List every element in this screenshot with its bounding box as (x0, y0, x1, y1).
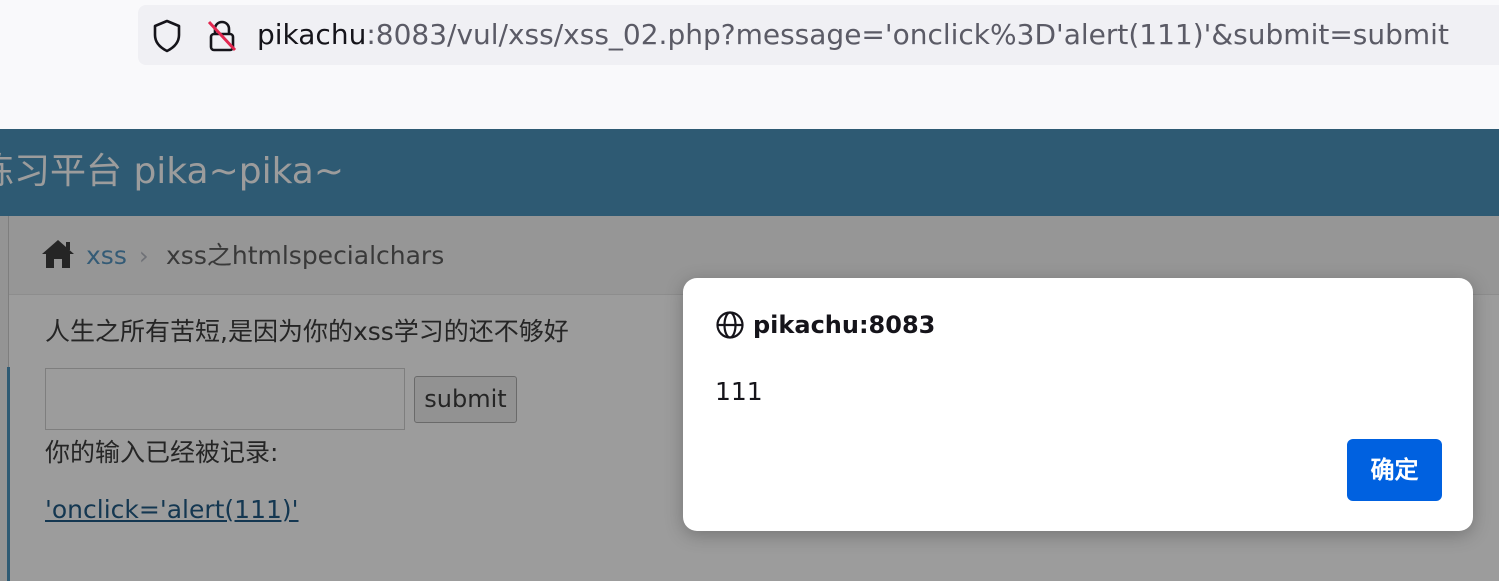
globe-icon (715, 310, 745, 340)
ok-button[interactable]: 确定 (1347, 439, 1442, 501)
url-path: :8083/vul/xss/xss_02.php?message='onclic… (366, 18, 1449, 51)
browser-toolbar: pikachu:8083/vul/xss/xss_02.php?message=… (0, 0, 1499, 129)
alert-origin: pikachu:8083 (753, 311, 936, 339)
alert-dialog: pikachu:8083 111 确定 (683, 278, 1473, 531)
url-text[interactable]: pikachu:8083/vul/xss/xss_02.php?message=… (257, 15, 1449, 55)
alert-message: 111 (715, 377, 763, 406)
url-host: pikachu (257, 18, 367, 51)
shield-icon[interactable] (152, 19, 182, 53)
lock-icon[interactable] (206, 19, 238, 53)
